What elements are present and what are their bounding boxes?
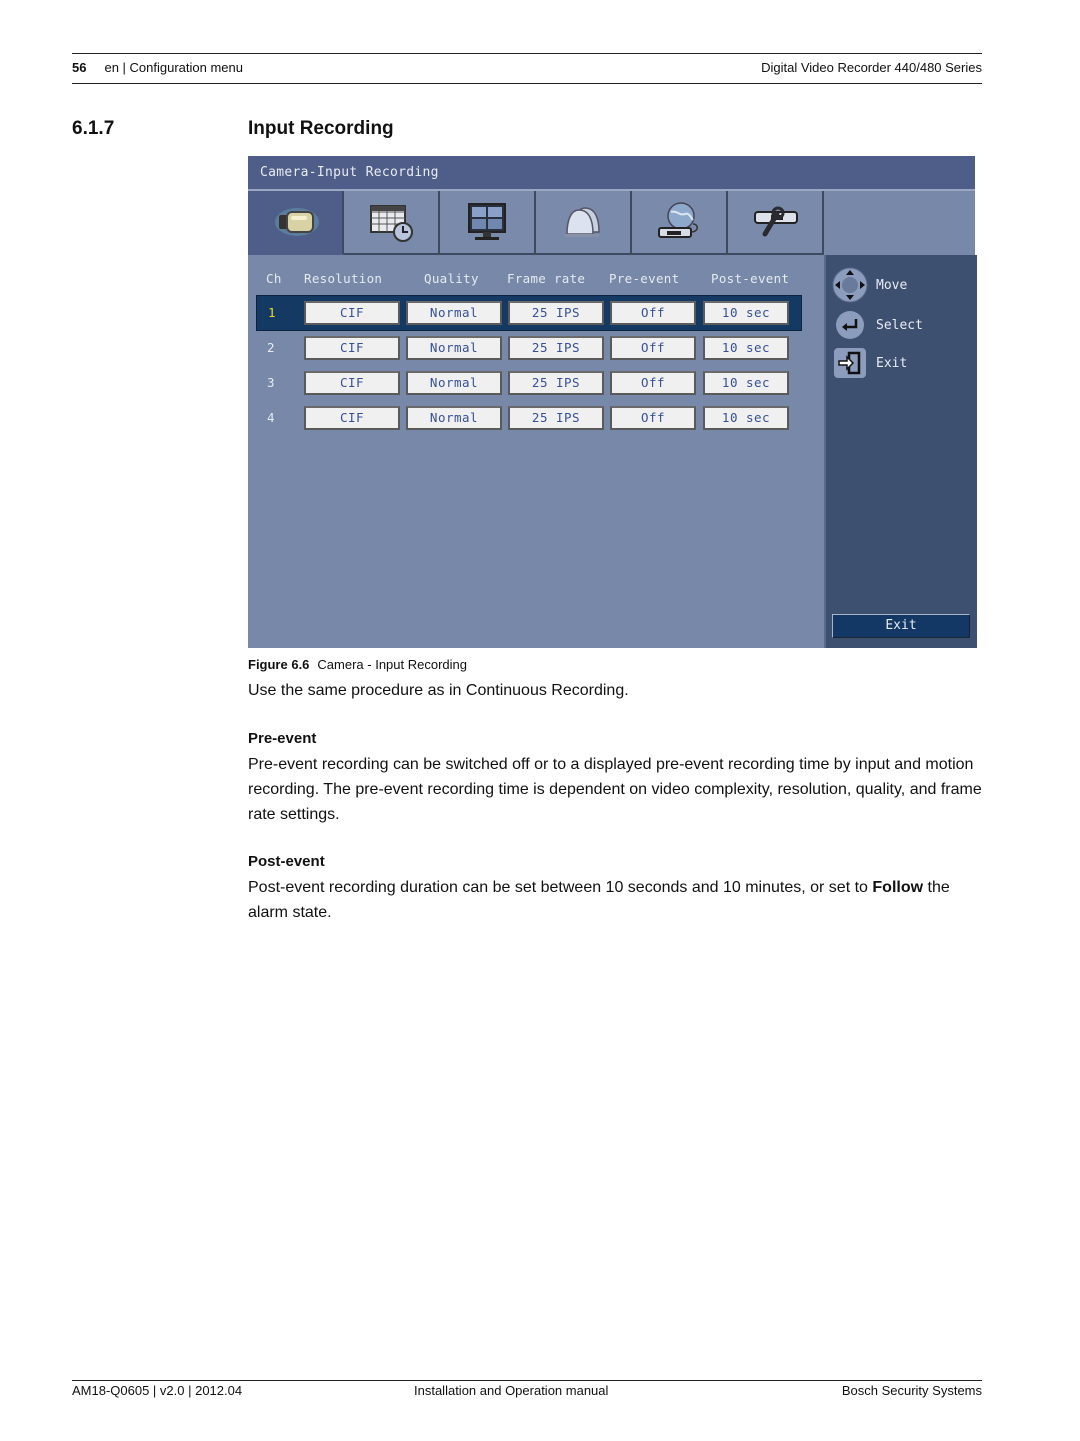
column-header-quality: Quality [424,271,479,286]
tab-schedule[interactable] [344,191,440,255]
legend-select-label: Select [876,317,923,333]
legend-move: Move [832,267,907,303]
post-event-paragraph: Post-event recording duration can be set… [248,875,982,925]
pre-event-select[interactable]: Off [610,406,696,430]
tab-network[interactable] [632,191,728,255]
company-name: Bosch Security Systems [841,1383,982,1398]
resolution-select[interactable]: CIF [304,301,400,325]
channel-number: 4 [267,410,275,425]
channel-row-4[interactable]: 4 CIF Normal 25 IPS Off 10 sec [256,401,800,435]
frame-rate-select[interactable]: 25 IPS [508,371,604,395]
section-path: en | Configuration menu [104,59,243,75]
tab-system[interactable] [728,191,824,255]
legend-select: Select [832,307,923,343]
section-number: 6.1.7 [72,118,115,139]
post-event-select[interactable]: 10 sec [703,406,789,430]
alarm-bell-icon [565,207,600,237]
post-event-select[interactable]: 10 sec [703,336,789,360]
channel-row-2[interactable]: 2 CIF Normal 25 IPS Off 10 sec [256,331,800,365]
enter-return-icon [836,311,864,339]
pre-event-heading: Pre-event [248,730,317,747]
dvr-window-title: Camera-Input Recording [260,165,439,180]
frame-rate-select[interactable]: 25 IPS [508,406,604,430]
legend-exit-label: Exit [876,355,908,371]
tab-display[interactable] [440,191,536,255]
dpad-arrows-icon [832,267,868,303]
post-event-text: Post-event recording duration can be set… [248,879,868,896]
figure-caption-text: Camera - Input Recording [317,657,467,672]
exit-door-icon [834,348,866,378]
frame-rate-select[interactable]: 25 IPS [508,336,604,360]
exit-button[interactable]: Exit [832,614,970,638]
pre-event-paragraph: Pre-event recording can be switched off … [248,756,982,823]
document-type: Installation and Operation manual [414,1383,609,1398]
column-header-frame-rate: Frame rate [507,271,586,286]
quality-select[interactable]: Normal [406,406,502,430]
channel-number: 3 [267,375,275,390]
product-name: Digital Video Recorder 440/480 Series [761,59,982,75]
monitor-display-icon [468,203,506,240]
camera-icon [275,208,319,236]
network-globe-icon [658,202,698,238]
quality-select[interactable]: Normal [406,301,502,325]
tab-camera[interactable] [248,191,344,255]
page-number: 56 [72,59,87,75]
pre-event-select[interactable]: Off [610,301,696,325]
schedule-calendar-clock-icon [370,205,413,242]
section-title: Input Recording [248,118,394,139]
legend-move-label: Move [876,277,908,293]
channel-row-3[interactable]: 3 CIF Normal 25 IPS Off 10 sec [256,366,800,400]
post-event-select[interactable]: 10 sec [703,301,789,325]
follow-keyword: Follow [872,879,924,896]
column-header-pre-event: Pre-event [609,271,680,286]
frame-rate-select[interactable]: 25 IPS [508,301,604,325]
footer-rule [72,1380,982,1381]
figure-caption: Figure 6.6 Camera - Input Recording [248,657,467,672]
channel-row-1[interactable]: 1 CIF Normal 25 IPS Off 10 sec [256,295,802,331]
document-id: AM18-Q0605 | v2.0 | 2012.04 [72,1383,243,1398]
page-header: 56 en | Configuration menu Digital Video … [72,57,982,77]
figure-label: Figure 6.6 [248,657,310,672]
dvr-window-title-bar: Camera-Input Recording [248,156,975,189]
key-legend-panel: Move Select Exit Exit [824,255,977,648]
intro-paragraph: Use the same procedure as in Continuous … [248,682,629,699]
resolution-select[interactable]: CIF [304,336,400,360]
post-event-heading: Post-event [248,853,325,870]
resolution-select[interactable]: CIF [304,406,400,430]
quality-select[interactable]: Normal [406,336,502,360]
dvr-tab-bar [248,191,824,255]
header-bottom-rule [72,83,982,84]
dvr-screen: Camera-Input Recording Ch Resolution Qua… [248,156,977,648]
pre-event-select[interactable]: Off [610,336,696,360]
post-event-select[interactable]: 10 sec [703,371,789,395]
resolution-select[interactable]: CIF [304,371,400,395]
column-header-ch: Ch [266,271,282,286]
column-header-post-event: Post-event [711,271,790,286]
column-header-resolution: Resolution [304,271,383,286]
tab-alarm[interactable] [536,191,632,255]
legend-exit: Exit [832,345,907,381]
header-top-rule [72,53,982,54]
pre-event-select[interactable]: Off [610,371,696,395]
tab-bar-filler [824,191,975,255]
quality-select[interactable]: Normal [406,371,502,395]
channel-number: 1 [268,305,276,320]
system-tools-wrench-icon [754,206,798,237]
channel-number: 2 [267,340,275,355]
